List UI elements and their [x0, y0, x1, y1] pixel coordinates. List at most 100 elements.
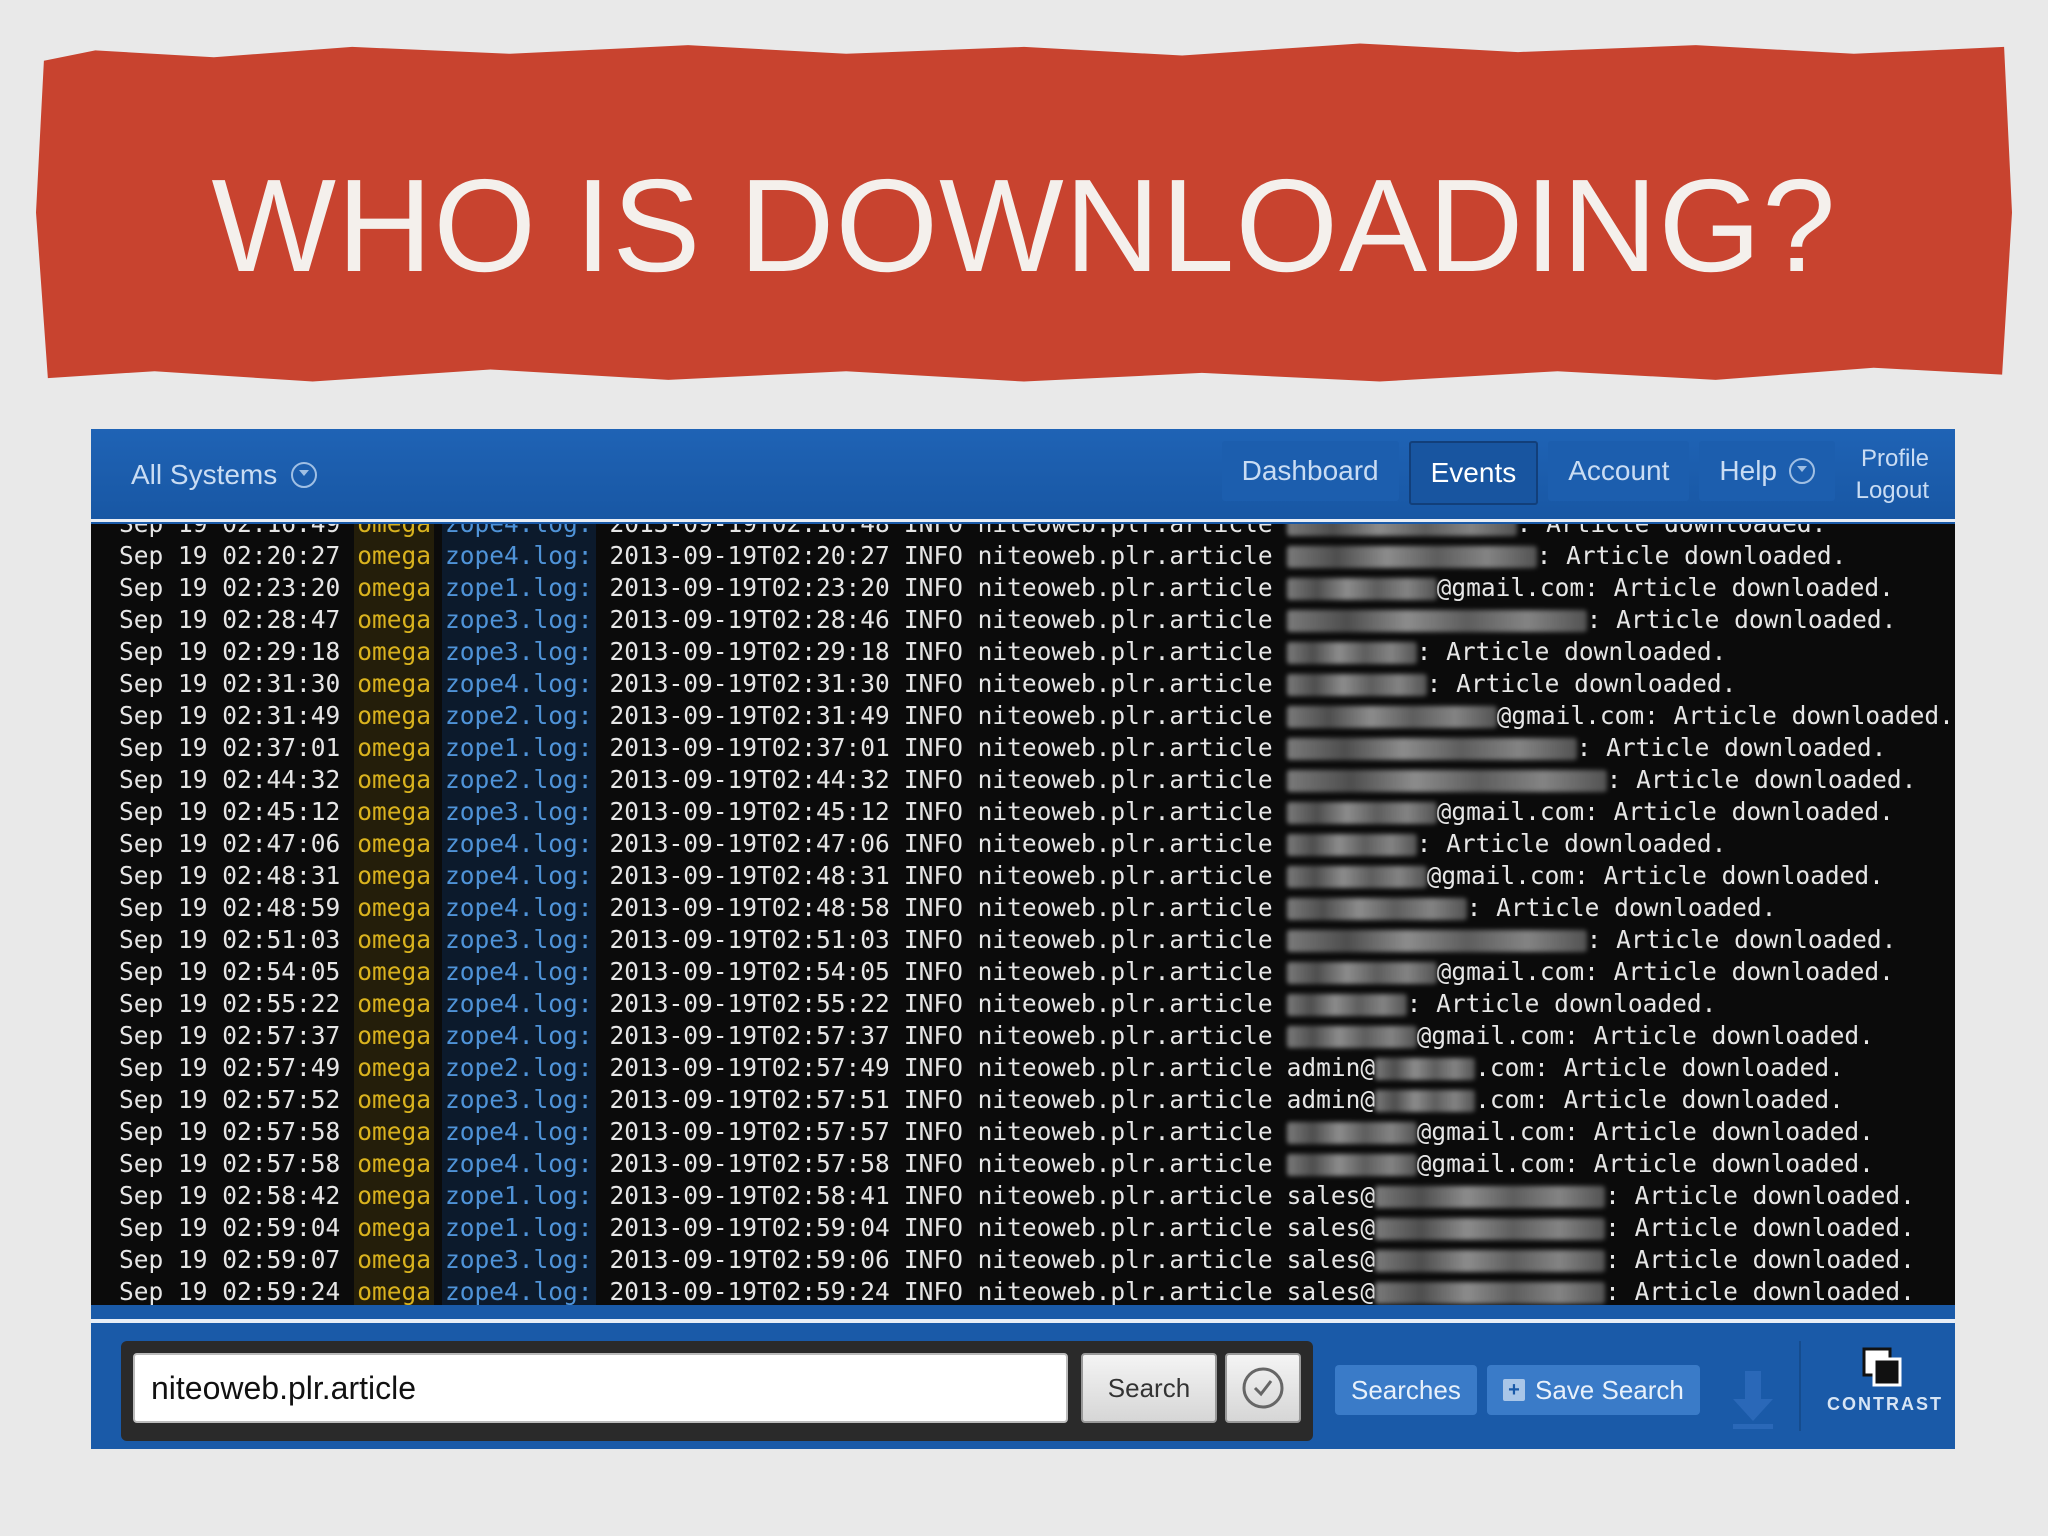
log-message: : Article downloaded.	[1534, 1085, 1844, 1114]
log-logger: INFO niteoweb.plr.article	[903, 637, 1273, 666]
log-host: omega	[354, 1212, 435, 1244]
log-row: Sep 19 02:48:31 omega zope4.log: 2013-09-19…	[119, 860, 1954, 892]
log-user-prefix: admin@	[1286, 1085, 1376, 1114]
log-timestamp: 2013-09-19T02:57:58	[609, 1149, 890, 1178]
log-message: : Article downloaded.	[1584, 957, 1894, 986]
log-host: omega	[354, 924, 435, 956]
log-timestamp: 2013-09-19T02:55:22	[609, 989, 890, 1018]
log-date: Sep 19 02:20:27	[119, 541, 341, 570]
log-message: : Article downloaded.	[1466, 893, 1777, 922]
log-file: zope4.log:	[442, 988, 596, 1020]
log-message: : Article downloaded.	[1534, 1053, 1844, 1082]
log-message: : Article downloaded.	[1584, 573, 1894, 602]
profile-link[interactable]: Profile	[1856, 443, 1929, 475]
save-search-button[interactable]: + Save Search	[1487, 1365, 1700, 1415]
log-message: : Article downloaded.	[1574, 861, 1884, 890]
log-date: Sep 19 02:48:59	[119, 893, 341, 922]
log-logger: INFO niteoweb.plr.article	[903, 541, 1273, 570]
log-host: omega	[354, 1084, 435, 1116]
log-file: zope2.log:	[442, 700, 596, 732]
search-button[interactable]: Search	[1081, 1353, 1217, 1423]
event-log[interactable]: Sep 19 02:16:49omegazope4.log:2013-09-19…	[91, 524, 1955, 1305]
log-date: Sep 19 02:55:22	[119, 989, 341, 1018]
log-logger: INFO niteoweb.plr.article	[903, 573, 1273, 602]
log-host: omega	[354, 540, 435, 572]
log-logger: INFO niteoweb.plr.article	[903, 1245, 1273, 1274]
nav-account[interactable]: Account	[1548, 441, 1690, 501]
log-date: Sep 19 02:57:49	[119, 1053, 341, 1082]
log-file: zope3.log:	[442, 924, 596, 956]
log-row: Sep 19 02:59:07 omega zope3.log: 2013-09-19…	[119, 1244, 1954, 1276]
chevron-down-icon	[1789, 458, 1815, 484]
log-date: Sep 19 02:47:06	[119, 829, 341, 858]
log-row: Sep 19 02:54:05 omega zope4.log: 2013-09-19…	[119, 956, 1954, 988]
log-timestamp: 2013-09-19T02:57:37	[609, 1021, 890, 1050]
log-logger: INFO niteoweb.plr.article	[903, 1181, 1273, 1210]
log-timestamp: 2013-09-19T02:47:06	[609, 829, 890, 858]
log-message: : Article downloaded.	[1605, 1213, 1915, 1242]
log-host: omega	[354, 764, 435, 796]
all-systems-dropdown[interactable]: All Systems	[131, 459, 318, 491]
log-host: omega	[354, 572, 435, 604]
redacted-email	[1375, 1058, 1476, 1080]
log-file: zope1.log:	[442, 1212, 596, 1244]
log-timestamp: 2013-09-19T02:29:18	[609, 637, 890, 666]
nav-events[interactable]: Events	[1408, 441, 1539, 505]
search-input[interactable]: niteoweb.plr.article	[133, 1353, 1068, 1423]
log-logger: INFO niteoweb.plr.article	[903, 925, 1273, 954]
log-domain: @gmail.com	[1416, 1117, 1565, 1146]
log-logger: INFO niteoweb.plr.article	[903, 989, 1273, 1018]
logout-link[interactable]: Logout	[1856, 475, 1929, 507]
chevron-down-icon	[291, 462, 318, 488]
contrast-toggle[interactable]: CONTRAST	[1827, 1345, 1941, 1415]
log-timestamp: 2013-09-19T02:48:58	[609, 893, 890, 922]
log-row: Sep 19 02:31:49 omega zope2.log: 2013-09-19…	[119, 700, 1954, 732]
log-timestamp: 2013-09-19T02:59:04	[609, 1213, 890, 1242]
log-domain: @gmail.com	[1416, 1149, 1565, 1178]
search-bar: niteoweb.plr.article Search Searches + S…	[91, 1319, 1955, 1449]
log-row: Sep 19 02:55:22 omega zope4.log: 2013-09-19…	[119, 988, 1954, 1020]
log-user-prefix: sales@	[1286, 1245, 1376, 1274]
slide-title: WHO IS DOWNLOADING?	[211, 152, 1837, 299]
log-logger: INFO niteoweb.plr.article	[903, 733, 1273, 762]
log-row: Sep 19 02:51:03 omega zope3.log: 2013-09-19…	[119, 924, 1954, 956]
log-row: Sep 19 02:57:52 omega zope3.log: 2013-09-19…	[119, 1084, 1954, 1116]
log-timestamp: 2013-09-19T02:16:48	[610, 524, 890, 540]
log-date: Sep 19 02:59:07	[119, 1245, 341, 1274]
redacted-email	[1286, 706, 1497, 728]
log-date: Sep 19 02:23:20	[119, 573, 341, 602]
log-date: Sep 19 02:44:32	[119, 765, 341, 794]
log-domain: @gmail.com	[1436, 957, 1585, 986]
log-domain: @gmail.com	[1416, 1021, 1565, 1050]
nav-dashboard[interactable]: Dashboard	[1221, 441, 1399, 501]
log-timestamp: 2013-09-19T02:23:20	[609, 573, 890, 602]
contrast-icon	[1862, 1347, 1902, 1387]
log-message: : Article downloaded.	[1517, 524, 1827, 540]
log-host: omega	[354, 1180, 435, 1212]
log-row: Sep 19 02:57:58 omega zope4.log: 2013-09-19…	[119, 1148, 1954, 1180]
log-domain: @gmail.com	[1426, 861, 1575, 890]
nav-help[interactable]: Help	[1699, 441, 1835, 501]
redacted-email	[1286, 738, 1577, 760]
log-domain: @gmail.com	[1436, 797, 1585, 826]
log-host: omega	[354, 956, 435, 988]
redacted-email	[1286, 1154, 1417, 1176]
searches-button[interactable]: Searches	[1335, 1365, 1477, 1415]
log-date: Sep 19 02:54:05	[119, 957, 341, 986]
log-message: : Article downloaded.	[1586, 925, 1897, 954]
profile-links: Profile Logout	[1856, 443, 1929, 507]
log-file: zope4.log:	[442, 1020, 596, 1052]
log-message: : Article downloaded.	[1416, 637, 1727, 666]
time-range-button[interactable]	[1225, 1353, 1301, 1423]
log-date: Sep 19 02:57:58	[119, 1149, 341, 1178]
log-logger: INFO niteoweb.plr.article	[903, 797, 1273, 826]
log-date: Sep 19 02:31:30	[119, 669, 341, 698]
log-user-prefix: sales@	[1286, 1277, 1376, 1305]
log-date: Sep 19 02:51:03	[119, 925, 341, 954]
log-row: Sep 19 02:57:37 omega zope4.log: 2013-09-19…	[119, 1020, 1954, 1052]
log-host: omega	[354, 1116, 435, 1148]
log-host: omega	[354, 732, 435, 764]
download-arrow-icon[interactable]	[1731, 1371, 1775, 1431]
all-systems-label: All Systems	[131, 459, 278, 490]
search-box-group: niteoweb.plr.article Search	[121, 1341, 1313, 1441]
